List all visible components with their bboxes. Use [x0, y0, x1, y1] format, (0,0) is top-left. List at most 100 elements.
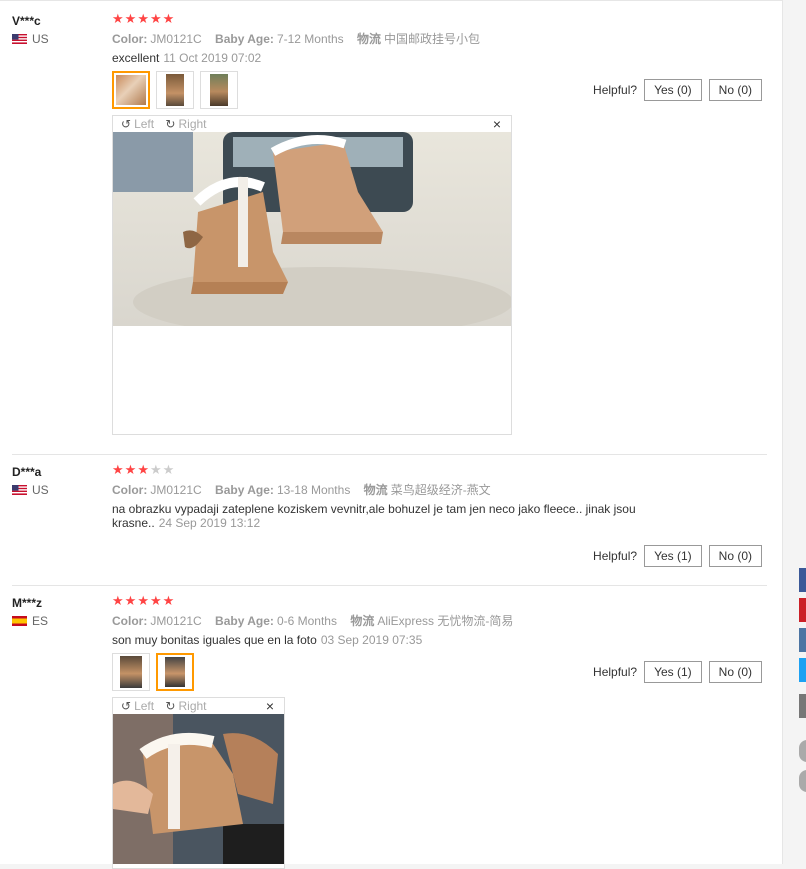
- review-content: ★★★★★ Color: JM0121C Baby Age: 7-12 Months…: [112, 11, 672, 435]
- photo-viewer: ↺ Left ↻ Right ×: [112, 115, 512, 435]
- rotate-right-button[interactable]: ↻ Right: [165, 699, 206, 713]
- es-flag-icon: [12, 616, 27, 626]
- attr-baby-age-label: Baby Age:: [215, 483, 274, 497]
- attr-color-label: Color:: [112, 32, 148, 46]
- review-attributes: Color: JM0121C Baby Age: 7-12 Months 物流 中国邮…: [112, 31, 672, 47]
- helpful-yes-button[interactable]: Yes (1): [644, 545, 702, 567]
- photo-thumbnail[interactable]: [156, 71, 194, 109]
- vk-share-button[interactable]: [799, 628, 806, 652]
- attr-baby-age-value: 0-6 Months: [276, 614, 337, 628]
- close-viewer-button[interactable]: ×: [266, 698, 274, 714]
- attr-shipping-label: 物流: [363, 483, 388, 497]
- review-user: M***z ES: [12, 595, 102, 628]
- pinterest-share-button[interactable]: [799, 598, 806, 622]
- reviewer-country: ES: [12, 614, 102, 628]
- review-photo: [113, 132, 511, 326]
- photo-placeholder: [120, 656, 142, 688]
- star-icon: ★: [162, 11, 176, 26]
- star-icon: ★: [137, 11, 150, 26]
- rotate-right-label: Right: [178, 117, 207, 131]
- country-code: US: [32, 32, 49, 46]
- rotate-left-label: Left: [134, 699, 155, 713]
- helpful-vote: Helpful? Yes (1) No (0): [593, 661, 762, 683]
- rotate-left-icon: ↺: [121, 699, 132, 713]
- helpful-label: Helpful?: [593, 665, 638, 679]
- photo-thumbnail[interactable]: [156, 653, 194, 691]
- attr-shipping-value: 菜鸟超级经济-燕文: [390, 483, 491, 497]
- selected-caret-icon: [172, 689, 182, 691]
- photo-placeholder: [210, 74, 228, 106]
- attr-color-value: JM0121C: [150, 614, 202, 628]
- more-share-button[interactable]: [799, 694, 806, 718]
- reviewer-name: D***a: [12, 465, 42, 479]
- rotate-left-label: Left: [134, 117, 155, 131]
- country-code: US: [32, 483, 49, 497]
- helpful-yes-button[interactable]: Yes (0): [644, 79, 702, 101]
- star-icon: ★: [124, 593, 138, 608]
- attr-shipping-label: 物流: [356, 32, 381, 46]
- helpful-vote: Helpful? Yes (1) No (0): [593, 545, 762, 567]
- review-body: son muy bonitas iguales que en la foto: [112, 633, 317, 647]
- attr-shipping-label: 物流: [350, 614, 375, 628]
- star-empty-icon: ★: [162, 462, 176, 477]
- review-text: son muy bonitas iguales que en la foto 03…: [112, 633, 672, 647]
- review-content: ★★★★★ Color: JM0121C Baby Age: 0-6 Months …: [112, 593, 672, 869]
- review-date: 03 Sep 2019 07:35: [320, 633, 423, 647]
- reviews-panel: V***c US ★★★★★ Color: JM0121C Baby Age: 7-…: [0, 0, 783, 869]
- rotate-right-icon: ↻: [165, 117, 176, 131]
- star-icon: ★: [137, 593, 150, 608]
- review-user: D***a US: [12, 464, 102, 497]
- helpful-no-button[interactable]: No (0): [708, 661, 762, 683]
- viewer-toolbar: ↺ Left ↻ Right ×: [113, 698, 284, 714]
- rotate-left-icon: ↺: [121, 117, 132, 131]
- review-user: V***c US: [12, 13, 102, 46]
- attr-color-label: Color:: [112, 614, 148, 628]
- star-icon: ★: [112, 11, 125, 26]
- attr-baby-age-label: Baby Age:: [215, 614, 274, 628]
- close-viewer-button[interactable]: ×: [493, 116, 501, 132]
- photo-viewer: ↺ Left ↻ Right ×: [112, 697, 285, 869]
- twitter-share-button[interactable]: [799, 658, 806, 682]
- us-flag-icon: [12, 34, 27, 44]
- rotate-right-label: Right: [178, 699, 207, 713]
- rotate-left-button[interactable]: ↺ Left: [121, 699, 154, 713]
- rotate-left-button[interactable]: ↺ Left: [121, 117, 154, 131]
- attr-baby-age-value: 7-12 Months: [276, 32, 344, 46]
- photo-thumbnail[interactable]: [200, 71, 238, 109]
- review-date: 24 Sep 2019 13:12: [158, 516, 261, 530]
- photo-placeholder: [166, 74, 184, 106]
- helpful-yes-button[interactable]: Yes (1): [644, 661, 702, 683]
- helpful-no-button[interactable]: No (0): [708, 79, 762, 101]
- star-rating: ★★★★★: [112, 462, 672, 477]
- star-icon: ★: [137, 462, 150, 477]
- scroll-down-icon[interactable]: [799, 770, 806, 792]
- photo-thumbnails: [112, 71, 672, 109]
- review-photo: [113, 714, 284, 864]
- us-flag-icon: [12, 485, 27, 495]
- facebook-share-button[interactable]: [799, 568, 806, 592]
- star-icon: ★: [124, 11, 138, 26]
- attr-color-value: JM0121C: [150, 483, 202, 497]
- star-icon: ★: [112, 593, 125, 608]
- photo-thumbnails: [112, 653, 672, 691]
- review-divider: [12, 585, 767, 586]
- scroll-up-icon[interactable]: [799, 740, 806, 762]
- helpful-no-button[interactable]: No (0): [708, 545, 762, 567]
- attr-color-label: Color:: [112, 483, 148, 497]
- photo-thumbnail[interactable]: [112, 653, 150, 691]
- reviewer-country: US: [12, 32, 102, 46]
- star-rating: ★★★★★: [112, 11, 672, 26]
- rotate-right-button[interactable]: ↻ Right: [165, 117, 206, 131]
- attr-color-value: JM0121C: [150, 32, 202, 46]
- review-content: ★★★★★ Color: JM0121C Baby Age: 13-18 Month…: [112, 462, 672, 530]
- attr-shipping-value: AliExpress 无忧物流-简易: [377, 614, 514, 628]
- reviewer-name: V***c: [12, 14, 41, 28]
- star-icon: ★: [149, 593, 163, 608]
- star-icon: ★: [162, 593, 176, 608]
- star-icon: ★: [112, 462, 125, 477]
- photo-thumbnail[interactable]: [112, 71, 150, 109]
- attr-baby-age-value: 13-18 Months: [276, 483, 351, 497]
- review-text: excellent 11 Oct 2019 07:02: [112, 51, 672, 65]
- review-body: excellent: [112, 51, 160, 65]
- country-code: ES: [32, 614, 49, 628]
